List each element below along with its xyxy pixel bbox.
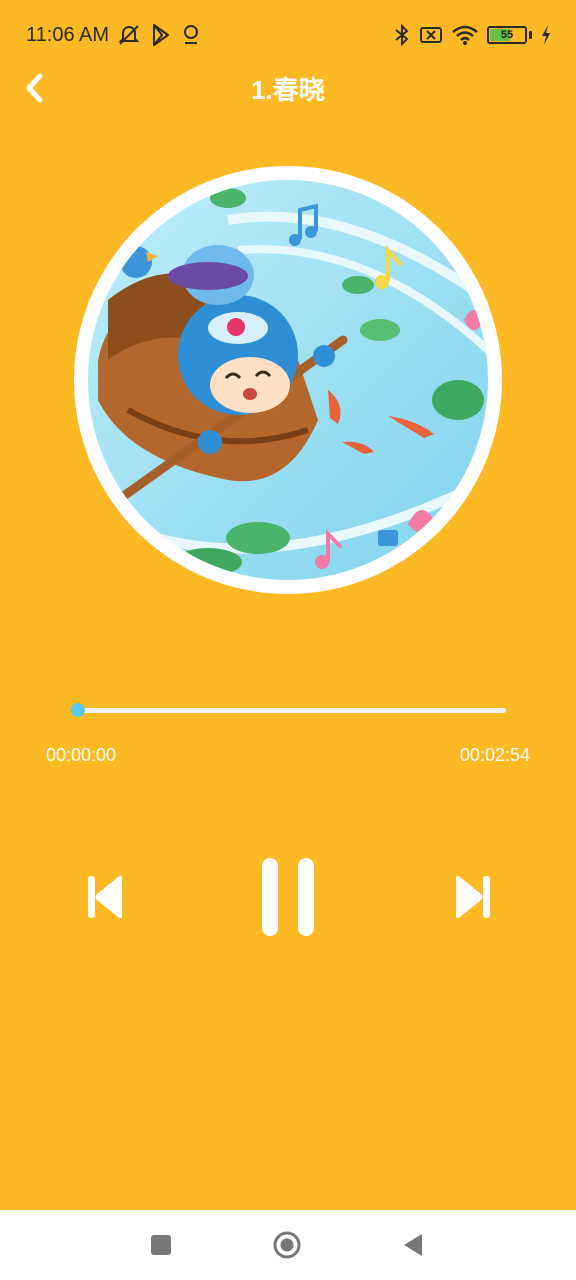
home-button[interactable] bbox=[272, 1230, 302, 1260]
previous-track-icon bbox=[88, 875, 122, 919]
next-track-icon bbox=[456, 875, 490, 919]
system-nav-bar bbox=[0, 1210, 576, 1280]
muted-bell-icon bbox=[118, 25, 140, 45]
pause-icon bbox=[262, 858, 314, 936]
album-artwork bbox=[74, 166, 502, 594]
no-sim-icon bbox=[420, 27, 442, 43]
home-circle-icon bbox=[273, 1231, 301, 1259]
location-pin-icon bbox=[184, 25, 198, 44]
pause-button[interactable] bbox=[258, 856, 320, 938]
wifi-icon bbox=[452, 25, 478, 45]
current-time: 00:00:00 bbox=[46, 745, 117, 765]
recents-square-icon bbox=[151, 1235, 171, 1255]
status-bar: 11:06 AM 55 bbox=[0, 0, 576, 70]
charging-bolt-icon bbox=[542, 25, 550, 45]
back-triangle-icon bbox=[404, 1234, 422, 1256]
battery-icon: 55 bbox=[487, 26, 527, 44]
battery-tip bbox=[529, 31, 532, 39]
status-icons-right: 55 bbox=[393, 22, 552, 48]
album-illustration bbox=[88, 180, 488, 580]
battery-level: 55 bbox=[500, 29, 514, 41]
nav-back-button[interactable] bbox=[398, 1230, 428, 1260]
status-icons-left bbox=[116, 22, 202, 48]
recents-button[interactable] bbox=[146, 1230, 176, 1260]
page-title: 1.春晓 bbox=[251, 75, 325, 105]
status-time: 11:06 AM bbox=[26, 24, 110, 46]
progress-slider[interactable] bbox=[70, 700, 510, 722]
play-store-icon bbox=[153, 24, 169, 46]
total-time: 00:02:54 bbox=[459, 745, 530, 765]
next-track-button[interactable] bbox=[450, 870, 494, 924]
progress-thumb[interactable] bbox=[71, 703, 85, 717]
progress-track bbox=[78, 708, 506, 713]
top-bar: 1.春晓 bbox=[0, 62, 576, 112]
bluetooth-icon bbox=[395, 23, 409, 47]
previous-track-button[interactable] bbox=[84, 870, 128, 924]
